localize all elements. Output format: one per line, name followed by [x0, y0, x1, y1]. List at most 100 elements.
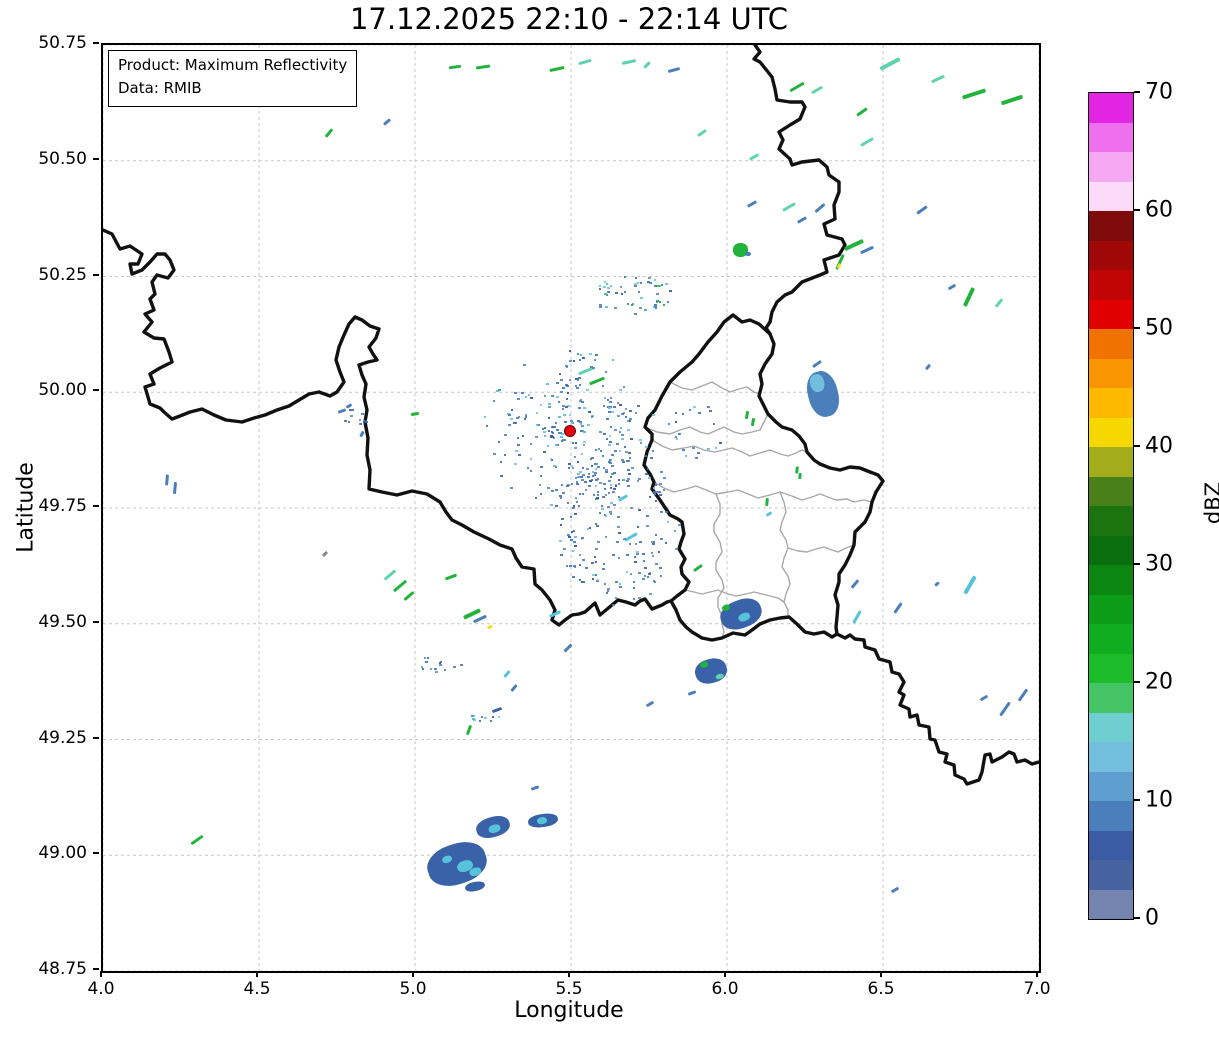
radar-echo [639, 442, 642, 445]
y-tick-mark [93, 736, 99, 739]
radar-echo [514, 463, 518, 466]
radar-echo [603, 562, 606, 565]
info-product: Product: Maximum Reflectivity [118, 56, 348, 74]
radar-echo [513, 421, 517, 424]
radar-echo [658, 491, 662, 494]
radar-echo [525, 414, 528, 417]
radar-echo [618, 388, 622, 391]
radar-echo [621, 437, 625, 440]
radar-echo [605, 592, 608, 595]
radar-echo [561, 483, 564, 486]
radar-echo [595, 548, 599, 551]
radar-echo [578, 376, 582, 379]
radar-echo [562, 408, 565, 411]
radar-echo [668, 422, 671, 425]
radar-echo [497, 440, 500, 443]
radar-echo [639, 540, 643, 543]
radar-echo [637, 508, 641, 511]
radar-echo [655, 534, 658, 537]
radar-echo [606, 590, 609, 593]
radar-echo [610, 426, 613, 429]
radar-echo [596, 540, 600, 543]
colorbar-step [1089, 269, 1133, 300]
radar-echo [600, 507, 604, 510]
radar-echo [629, 437, 633, 440]
x-tick-label: 4.0 [87, 979, 115, 999]
radar-echo [583, 431, 587, 434]
radar-echo [637, 281, 640, 284]
radar-echo [580, 452, 583, 455]
radar-echo [487, 823, 502, 835]
radar-echo [712, 423, 715, 426]
radar-echo [583, 407, 587, 410]
radar-echo [572, 505, 575, 508]
radar-echo [558, 400, 561, 403]
radar-echo [617, 415, 621, 418]
radar-figure: 17.12.2025 22:10 - 22:14 UTC Product: Ma… [0, 0, 1219, 1040]
x-tick-mark [256, 971, 258, 977]
radar-echo [581, 357, 585, 360]
colorbar-step [1089, 889, 1133, 919]
radar-echo [629, 506, 633, 509]
colorbar-step [1089, 181, 1133, 211]
colorbar-tick-label: 70 [1145, 79, 1173, 105]
radar-echo [721, 603, 731, 612]
radar-echo [554, 489, 558, 492]
radar-echo [659, 300, 662, 303]
radar-echo [566, 397, 569, 400]
radar-echo [618, 556, 621, 559]
radar-echo [507, 424, 511, 427]
colorbar-step [1089, 771, 1133, 801]
radar-echo [569, 378, 572, 381]
radar-echo [632, 598, 635, 601]
radar-echo [708, 409, 712, 412]
radar-echo [578, 407, 582, 410]
radar-echo [546, 487, 550, 490]
radar-echo [594, 560, 597, 563]
radar-echo [598, 287, 601, 290]
radar-echo [552, 432, 555, 435]
radar-echo [574, 566, 577, 569]
radar-echo [604, 582, 607, 585]
radar-echo [634, 276, 637, 279]
colorbar-tick-mark [1134, 327, 1140, 329]
y-tick-label: 49.25 [38, 727, 87, 748]
radar-echo [646, 575, 649, 578]
radar-echo [621, 434, 625, 437]
radar-echo [632, 586, 635, 589]
colorbar-tick-mark [1134, 91, 1140, 93]
radar-echo [677, 433, 681, 436]
y-tick-label: 50.00 [38, 380, 87, 401]
radar-echo [567, 502, 570, 505]
colorbar-step [1089, 623, 1133, 654]
radar-echo [659, 482, 663, 485]
radar-echo [568, 413, 571, 416]
radar-echo [518, 416, 521, 418]
radar-echo [658, 494, 662, 497]
radar-echo [587, 485, 591, 488]
radar-echo [628, 452, 632, 455]
colorbar-tick-mark [1134, 799, 1140, 801]
radar-echo [492, 716, 495, 719]
radar-echo [645, 473, 649, 476]
radar-echo [627, 473, 631, 476]
radar-echo [542, 430, 546, 433]
radar-echo [609, 396, 612, 399]
radar-echo [614, 596, 617, 599]
radar-echo [617, 496, 620, 499]
colorbar-tick-label: 60 [1145, 197, 1173, 223]
radar-echo [651, 554, 654, 557]
radar-echo [635, 552, 639, 555]
radar-echo [483, 415, 486, 418]
radar-echo [358, 419, 361, 422]
radar-echo [598, 284, 601, 287]
y-tick-mark [93, 157, 99, 160]
radar-echo [567, 534, 571, 537]
radar-echo [581, 466, 584, 469]
radar-echo [631, 304, 634, 307]
radar-echo [539, 404, 542, 407]
radar-echo [483, 717, 487, 720]
radar-echo [619, 285, 622, 288]
radar-echo [623, 538, 627, 541]
radar-echo [654, 483, 657, 486]
